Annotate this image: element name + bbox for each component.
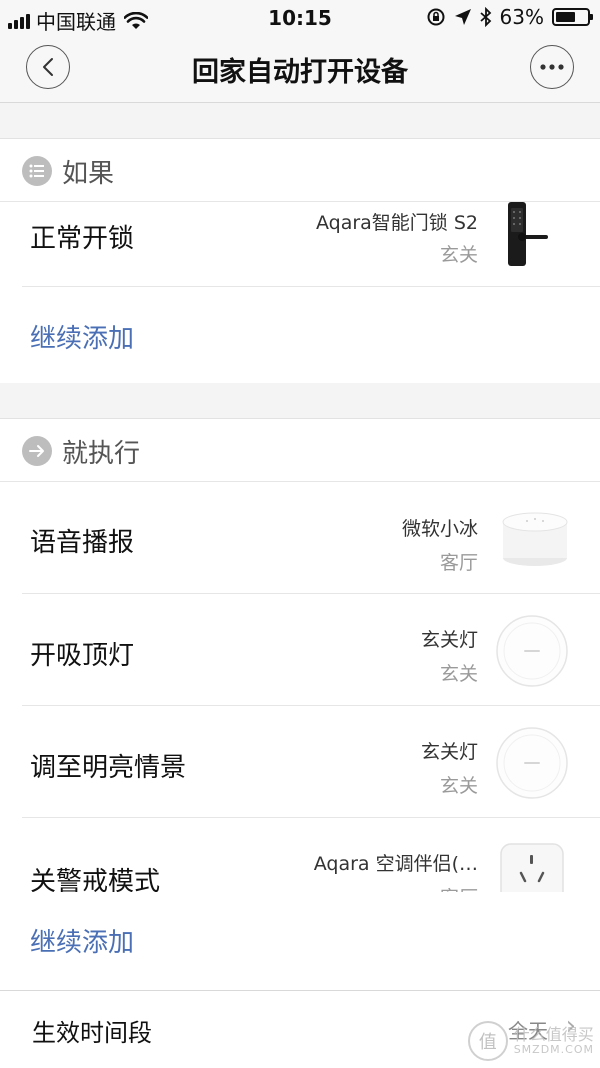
watermark-text: 什么值得买 <box>513 1024 594 1044</box>
watermark-url: SMZDM.COM <box>513 1042 594 1056</box>
arrow-right-icon <box>22 436 52 466</box>
status-bar: 中国联通 10:15 63% <box>0 0 600 36</box>
nav-bar: 回家自动打开设备 <box>0 36 600 103</box>
action-device: 玄关灯 <box>420 741 478 763</box>
speaker-thumbnail <box>502 512 568 566</box>
action-row[interactable]: 调至明亮情景 玄关灯 玄关 <box>0 707 600 818</box>
action-label: 开吸顶灯 <box>30 641 135 671</box>
then-section-header: 就执行 <box>0 419 600 482</box>
if-section-title: 如果 <box>62 159 115 189</box>
ceiling-light-thumbnail <box>496 615 568 687</box>
action-label: 语音播报 <box>30 528 135 558</box>
action-room: 玄关 <box>439 775 478 797</box>
door-lock-thumbnail <box>508 202 548 266</box>
watermark: 值 什么值得买 SMZDM.COM <box>467 1021 594 1061</box>
page-title: 回家自动打开设备 <box>192 57 408 88</box>
watermark-logo: 值 <box>467 1021 508 1061</box>
if-section-header: 如果 <box>0 139 600 202</box>
condition-room: 玄关 <box>439 244 478 266</box>
action-room: 客厅 <box>440 883 478 892</box>
action-device: Aqara 空调伴侣(… <box>313 853 478 875</box>
action-label: 调至明亮情景 <box>30 753 187 783</box>
ac-companion-thumbnail <box>500 843 564 892</box>
effective-time-label: 生效时间段 <box>32 1019 152 1047</box>
condition-device: Aqara智能门锁 S2 <box>315 212 478 234</box>
action-row[interactable]: 关警戒模式 Aqara 空调伴侣(… 客厅 <box>0 819 600 892</box>
condition-row[interactable]: 正常开锁 Aqara智能门锁 S2 玄关 <box>0 202 600 287</box>
action-device: 微软小冰 <box>401 518 478 540</box>
action-room: 客厅 <box>439 552 478 574</box>
action-label: 关警戒模式 <box>30 867 161 892</box>
list-icon <box>22 156 52 186</box>
action-room: 玄关 <box>439 663 478 685</box>
more-button[interactable] <box>530 45 574 89</box>
condition-label: 正常开锁 <box>30 224 135 254</box>
then-add-row: 继续添加 <box>0 892 600 989</box>
then-add-more-link[interactable]: 继续添加 <box>30 922 134 959</box>
location-icon <box>454 9 471 25</box>
section-gap <box>0 103 600 139</box>
battery-icon <box>552 8 593 26</box>
action-row[interactable]: 语音播报 微软小冰 客厅 <box>0 482 600 594</box>
if-add-more-link[interactable]: 继续添加 <box>30 318 134 355</box>
battery-percent: 63% <box>499 5 544 29</box>
action-device: 玄关灯 <box>420 629 478 651</box>
more-dots-icon <box>540 64 564 70</box>
rotation-lock-icon <box>427 8 445 26</box>
section-gap <box>0 383 600 419</box>
bluetooth-icon <box>479 7 491 27</box>
ceiling-light-thumbnail <box>496 727 568 799</box>
action-row[interactable]: 开吸顶灯 玄关灯 玄关 <box>0 595 600 706</box>
if-add-row: 继续添加 <box>0 288 600 382</box>
then-section-title: 就执行 <box>62 439 141 469</box>
